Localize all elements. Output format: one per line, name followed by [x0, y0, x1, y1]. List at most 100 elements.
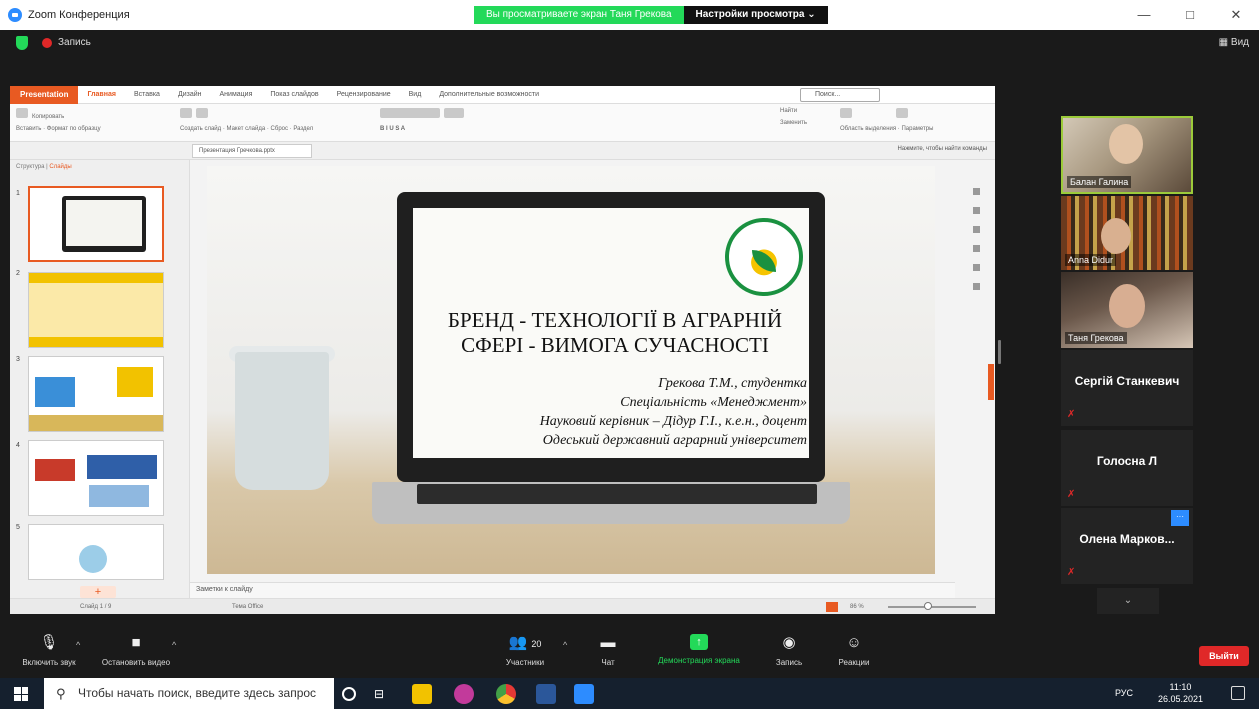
- task-view-icon[interactable]: ⊟: [374, 684, 394, 704]
- play-slideshow-icon[interactable]: [826, 602, 838, 612]
- add-slide-button[interactable]: +: [80, 586, 116, 598]
- new-slide-button[interactable]: Создать слайд: [180, 126, 221, 132]
- tab-design[interactable]: Дизайн: [169, 91, 211, 98]
- view-options-dropdown[interactable]: Настройки просмотра ⌄: [683, 6, 828, 24]
- view-layout-button[interactable]: ▦ Вид: [1219, 37, 1249, 48]
- zoom-slider-handle[interactable]: [924, 602, 932, 610]
- recording-label[interactable]: Запись: [58, 37, 91, 48]
- tab-insert[interactable]: Вставка: [125, 91, 169, 98]
- find-command-link[interactable]: Нажмите, чтобы найти команды: [898, 146, 987, 152]
- section-button[interactable]: Раздел: [293, 126, 313, 132]
- font-style-buttons[interactable]: B I U S A: [380, 126, 468, 132]
- paste-icon[interactable]: [16, 108, 28, 118]
- close-button[interactable]: ✕: [1213, 0, 1259, 30]
- copy-button[interactable]: Копировать: [32, 114, 64, 120]
- slide-layout-button[interactable]: Макет слайда: [227, 126, 266, 132]
- tab-home[interactable]: Главная: [78, 91, 124, 98]
- slide-thumbnail[interactable]: [28, 356, 164, 432]
- security-shield-icon[interactable]: [16, 36, 28, 50]
- windows-start-icon[interactable]: [14, 687, 28, 701]
- selection-pane-icon[interactable]: [840, 108, 852, 118]
- zoom-slider[interactable]: [888, 606, 976, 608]
- tool-icon[interactable]: [973, 226, 980, 233]
- unmute-button[interactable]: 🎙 Включить звук: [14, 634, 84, 667]
- participants-options-caret[interactable]: ^: [563, 640, 567, 650]
- slide-canvas[interactable]: БРЕНД - ТЕХНОЛОГІЇ В АГРАРНІЙ СФЕРІ - ВИ…: [207, 166, 935, 574]
- word-icon[interactable]: [536, 684, 556, 704]
- tool-icon[interactable]: [973, 245, 980, 252]
- selection-pane-button[interactable]: Область выделения: [840, 126, 896, 132]
- gallery-splitter-handle[interactable]: [998, 340, 1001, 364]
- video-camera-icon: ■: [131, 634, 141, 651]
- app-icon[interactable]: [454, 684, 474, 704]
- maximize-button[interactable]: □: [1167, 0, 1213, 30]
- system-clock[interactable]: 11:10 26.05.2021: [1158, 681, 1203, 705]
- tab-review[interactable]: Рецензирование: [328, 91, 400, 98]
- slide-thumbnail[interactable]: [28, 440, 164, 516]
- audio-options-caret[interactable]: ^: [76, 640, 80, 650]
- input-language[interactable]: РУС: [1115, 688, 1133, 698]
- tool-icon[interactable]: [973, 188, 980, 195]
- chrome-icon[interactable]: [496, 684, 516, 704]
- participant-name: Сергій Станкевич: [1074, 374, 1180, 388]
- participants-button[interactable]: 👥 20 Участники: [496, 634, 554, 667]
- new-slide-icon[interactable]: [180, 108, 192, 118]
- find-button[interactable]: Найти: [780, 108, 797, 114]
- taskbar-search-input[interactable]: ⚲ Чтобы начать поиск, введите здесь запр…: [44, 678, 334, 709]
- slide-thumbnail[interactable]: [28, 524, 164, 580]
- slide-specialty: Спеціальність «Менеджмент»: [620, 395, 807, 410]
- outline-tab[interactable]: Структура: [16, 164, 44, 170]
- slide-thumbnail[interactable]: [28, 272, 164, 348]
- gallery-next-page-button[interactable]: ⌄: [1097, 588, 1159, 614]
- options-button[interactable]: Параметры: [901, 126, 933, 132]
- participant-video-tile[interactable]: Балан Галина: [1061, 116, 1193, 194]
- file-explorer-icon[interactable]: [412, 684, 432, 704]
- slide-title-line2: СФЕРІ - ВИМОГА СУЧАСНОСТІ: [461, 333, 769, 357]
- settings-icon[interactable]: [896, 108, 908, 118]
- leave-meeting-button[interactable]: Выйти: [1199, 646, 1249, 666]
- share-screen-button[interactable]: ↑ Демонстрация экрана: [646, 634, 752, 665]
- reactions-button[interactable]: ☺ Реакции: [832, 634, 876, 667]
- tool-icon[interactable]: [973, 283, 980, 290]
- paste-button[interactable]: Вставить: [16, 126, 41, 132]
- reset-button[interactable]: Сброс: [271, 126, 288, 132]
- tool-icon[interactable]: [973, 207, 980, 214]
- video-options-caret[interactable]: ^: [172, 640, 176, 650]
- mic-muted-icon: ✗: [1067, 567, 1076, 578]
- view-label: Вид: [1230, 37, 1249, 48]
- presentation-search-input[interactable]: Поиск...: [800, 88, 880, 102]
- document-tab[interactable]: Презентация Гречкова.pptx: [192, 144, 312, 158]
- participant-tile[interactable]: ··· Олена Марков... ✗: [1061, 508, 1193, 584]
- panel-tabs: Структура | Слайды: [16, 164, 72, 170]
- participant-tile[interactable]: Сергій Станкевич ✗: [1061, 350, 1193, 426]
- tab-view[interactable]: Вид: [400, 91, 431, 98]
- tab-slideshow[interactable]: Показ слайдов: [261, 91, 327, 98]
- slides-tab[interactable]: Слайды: [49, 164, 71, 170]
- replace-button[interactable]: Заменить: [780, 120, 807, 126]
- slide-notes-field[interactable]: Заметки к слайду: [190, 582, 955, 598]
- scrollbar-thumb[interactable]: [988, 364, 994, 400]
- zoom-taskbar-icon[interactable]: [574, 684, 594, 704]
- zoom-app-icon: [8, 8, 22, 22]
- layout-icon[interactable]: [196, 108, 208, 118]
- cortana-icon[interactable]: [342, 687, 356, 701]
- notifications-icon[interactable]: [1231, 686, 1245, 700]
- record-button[interactable]: ◉ Запись: [770, 634, 808, 667]
- font-name-select[interactable]: [380, 108, 440, 118]
- presentation-brand-menu[interactable]: Presentation: [10, 85, 79, 104]
- document-tab-bar: Презентация Гречкова.pptx Нажмите, чтобы…: [10, 142, 995, 160]
- tab-extras[interactable]: Дополнительные возможности: [430, 91, 548, 98]
- stop-video-button[interactable]: ■ Остановить видео: [94, 634, 178, 667]
- participant-video-tile[interactable]: Таня Грекова: [1061, 272, 1193, 348]
- tool-icon[interactable]: [973, 264, 980, 271]
- chat-button[interactable]: ▬ Чат: [592, 634, 624, 667]
- tab-animation[interactable]: Анимация: [211, 91, 262, 98]
- ribbon-clipboard: Копировать Вставить · Формат по образцу: [16, 108, 101, 138]
- format-painter-button[interactable]: Формат по образцу: [47, 126, 101, 132]
- font-size-select[interactable]: [444, 108, 464, 118]
- minimize-button[interactable]: —: [1121, 0, 1167, 30]
- slide-thumbnail[interactable]: [28, 186, 164, 262]
- participant-video-tile[interactable]: Anna Didur: [1061, 196, 1193, 270]
- participant-tile[interactable]: Голосна Л ✗: [1061, 430, 1193, 506]
- more-options-icon[interactable]: ···: [1171, 510, 1189, 526]
